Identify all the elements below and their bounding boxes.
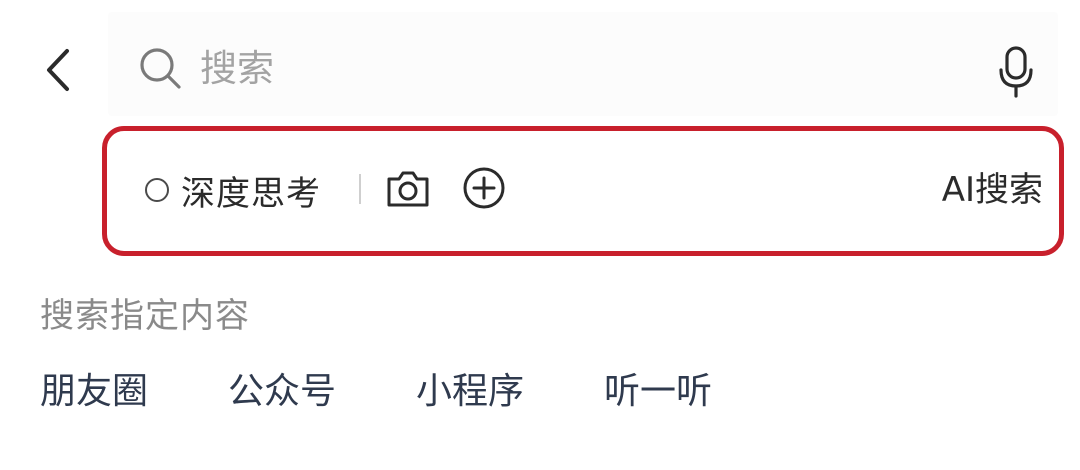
deep-think-radio[interactable] xyxy=(145,178,169,202)
microphone-icon[interactable] xyxy=(998,46,1034,98)
ai-search-button[interactable]: AI搜索 xyxy=(942,165,1043,215)
back-button[interactable] xyxy=(30,40,86,100)
toolbar-divider xyxy=(359,174,361,204)
ai-search-toolbar: 深度思考 AI搜索 xyxy=(102,126,1064,256)
search-bar[interactable] xyxy=(108,12,1058,116)
category-mini-programs[interactable]: 小程序 xyxy=(416,362,524,414)
search-icon xyxy=(140,48,181,89)
deep-think-label: 深度思考 xyxy=(181,173,321,214)
category-official-accounts[interactable]: 公众号 xyxy=(228,362,336,414)
category-moments[interactable]: 朋友圈 xyxy=(40,362,148,414)
chevron-left-icon xyxy=(47,49,69,91)
circle-plus-icon[interactable] xyxy=(461,165,507,211)
search-input[interactable] xyxy=(200,42,960,94)
deep-think-toggle[interactable]: 深度思考 xyxy=(145,165,321,215)
camera-icon[interactable] xyxy=(385,167,431,209)
category-listen[interactable]: 听一听 xyxy=(604,362,712,414)
section-title: 搜索指定内容 xyxy=(40,296,250,336)
